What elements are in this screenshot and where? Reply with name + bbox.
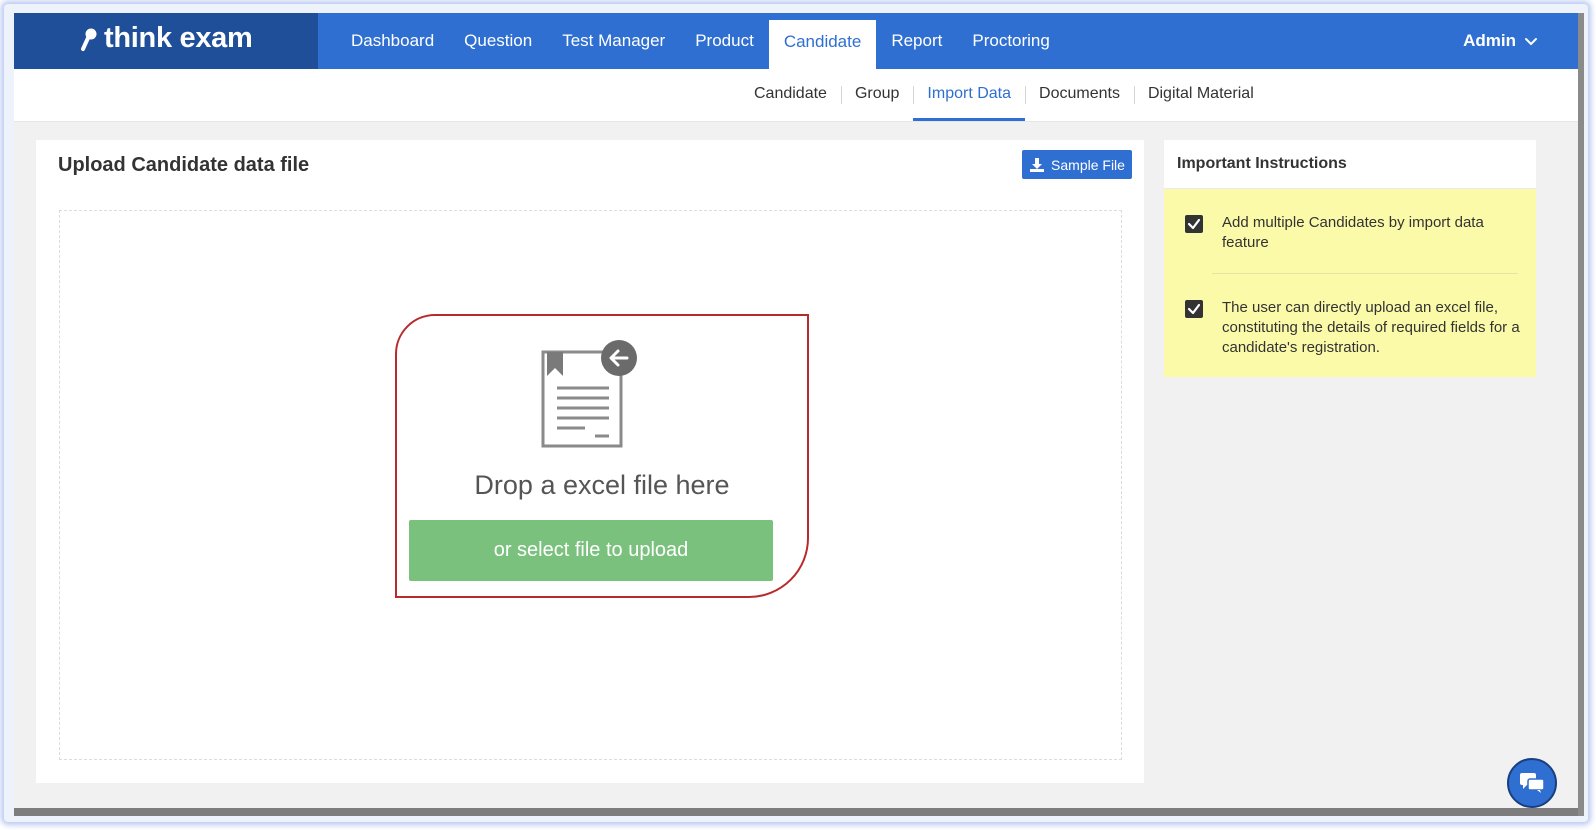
subnav-import-data[interactable]: Import Data xyxy=(913,69,1026,121)
user-name: Admin xyxy=(1463,31,1516,50)
select-file-button[interactable]: or select file to upload xyxy=(409,520,773,581)
nav-product[interactable]: Product xyxy=(680,13,769,69)
sample-file-button[interactable]: Sample File xyxy=(1022,150,1132,179)
nav-proctoring[interactable]: Proctoring xyxy=(957,13,1064,69)
sub-nav: Candidate Group Import Data Documents Di… xyxy=(740,69,1268,121)
upload-highlight-box[interactable]: Drop a excel file here or select file to… xyxy=(395,314,809,598)
nav-dashboard[interactable]: Dashboard xyxy=(336,13,449,69)
subnav-group[interactable]: Group xyxy=(840,69,913,121)
instructions-title: Important Instructions xyxy=(1164,140,1536,189)
subnav-digital-material[interactable]: Digital Material xyxy=(1133,69,1268,121)
panel-title: Upload Candidate data file xyxy=(58,154,310,176)
checkbox-checked-icon xyxy=(1185,215,1203,233)
chat-icon xyxy=(1520,773,1545,793)
instructions-panel: Important Instructions Add multiple Cand… xyxy=(1164,140,1536,377)
divider xyxy=(1212,273,1518,274)
sub-navbar: Candidate Group Import Data Documents Di… xyxy=(14,69,1582,122)
chat-widget-button[interactable] xyxy=(1507,758,1557,808)
nav-candidate[interactable]: Candidate xyxy=(768,20,877,69)
download-icon xyxy=(1030,157,1045,172)
nav-report[interactable]: Report xyxy=(876,13,957,69)
instructions-list: Add multiple Candidates by import data f… xyxy=(1164,189,1536,377)
think-exam-logo-icon xyxy=(81,28,97,51)
chevron-down-icon xyxy=(1525,38,1537,46)
user-menu[interactable]: Admin xyxy=(1463,13,1538,69)
checkbox-checked-icon xyxy=(1185,300,1203,318)
logo[interactable]: think exam xyxy=(14,13,318,69)
nav-test-manager[interactable]: Test Manager xyxy=(547,13,680,69)
frame-edge xyxy=(1578,13,1584,816)
subnav-candidate[interactable]: Candidate xyxy=(740,69,841,121)
subnav-documents[interactable]: Documents xyxy=(1025,69,1134,121)
brand-name: think exam xyxy=(104,22,253,54)
sample-file-label: Sample File xyxy=(1051,156,1125,173)
instruction-text: Add multiple Candidates by import data f… xyxy=(1222,214,1484,251)
nav-question[interactable]: Question xyxy=(449,13,547,69)
main-nav: Dashboard Question Test Manager Product … xyxy=(336,13,1065,69)
upload-panel: Upload Candidate data file Sample File D… xyxy=(36,140,1144,783)
instruction-text: The user can directly upload an excel fi… xyxy=(1222,299,1520,356)
app-window: think exam Dashboard Question Test Manag… xyxy=(14,13,1582,810)
frame-edge xyxy=(14,808,1582,816)
top-navbar: think exam Dashboard Question Test Manag… xyxy=(14,13,1582,69)
drop-text: Drop a excel file here xyxy=(474,470,730,500)
document-icon xyxy=(541,340,637,448)
